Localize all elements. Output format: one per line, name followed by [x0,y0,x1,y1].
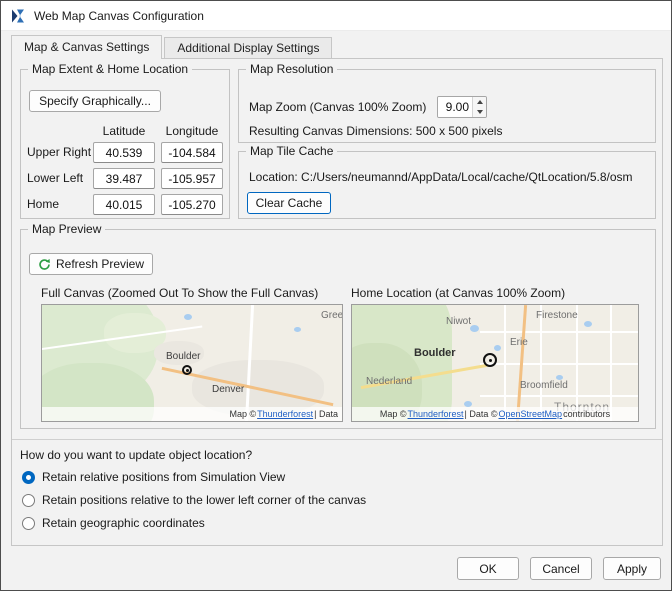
map-label-nederland: Nederland [366,376,412,387]
attribution-text: | Data © [465,409,498,419]
spin-down-button[interactable] [473,107,486,117]
spin-down-icon [477,110,483,114]
apply-button[interactable]: Apply [603,557,661,580]
map-label-broomfield: Broomfield [520,380,568,391]
app-icon [10,8,26,24]
cancel-button[interactable]: Cancel [530,557,592,580]
lake-dot [584,321,592,327]
home-marker-icon [483,353,497,367]
canvas-dimensions-text: Resulting Canvas Dimensions: 500 x 500 p… [249,124,502,138]
cache-location-text: Location: C:/Users/neumannd/AppData/Loca… [249,170,633,184]
road-line [480,331,639,333]
home-marker-icon [182,365,192,375]
refresh-icon [38,258,51,271]
road-line [480,395,639,397]
specify-graphically-button[interactable]: Specify Graphically... [29,90,161,112]
group-map-preview-title: Map Preview [28,222,105,236]
group-map-extent: Map Extent & Home Location Specify Graph… [20,69,230,219]
dialog-button-row: OK Cancel Apply [457,557,661,580]
lake-dot [470,325,479,332]
full-canvas-caption: Full Canvas (Zoomed Out To Show the Full… [41,286,318,300]
home-location-caption: Home Location (at Canvas 100% Zoom) [351,286,565,300]
window-title: Web Map Canvas Configuration [34,9,204,23]
refresh-preview-label: Refresh Preview [56,257,144,271]
attribution-text: | Data [314,409,338,419]
spin-up-button[interactable] [473,97,486,107]
attribution-text: Map © [229,409,256,419]
spin-buttons [472,97,486,117]
radio-retain-relative-positions[interactable]: Retain relative positions from Simulatio… [22,470,285,484]
attribution-text: Map © [380,409,407,419]
map-zoom-label: Map Zoom (Canvas 100% Zoom) [249,100,426,114]
object-location-section: How do you want to update object locatio… [12,439,662,547]
radio-retain-geographic-coordinates[interactable]: Retain geographic coordinates [22,516,205,530]
map-attribution: Map © Thunderforest | Data [42,407,342,421]
map-label-denver: Denver [212,384,244,395]
map-label-erie: Erie [510,337,528,348]
upper-right-longitude-input[interactable] [161,142,223,163]
update-location-question: How do you want to update object locatio… [20,448,252,462]
home-latitude-input[interactable] [93,194,155,215]
radio-label: Retain relative positions from Simulatio… [42,470,285,484]
group-map-resolution-title: Map Resolution [246,62,337,76]
map-zoom-spinbox[interactable] [437,96,487,118]
group-map-tile-cache-title: Map Tile Cache [246,144,337,158]
lake-dot [294,327,301,332]
ok-button[interactable]: OK [457,557,519,580]
openstreetmap-link[interactable]: OpenStreetMap [499,409,563,419]
group-map-tile-cache: Map Tile Cache Location: C:/Users/neuman… [238,151,656,219]
attribution-text: contributors [563,409,610,419]
lower-left-latitude-input[interactable] [93,168,155,189]
road-line [480,363,639,365]
group-map-extent-title: Map Extent & Home Location [28,62,192,76]
home-location-map: Niwot Firestone Erie Boulder Nederland B… [351,304,639,422]
tab-pane: Map Extent & Home Location Specify Graph… [11,58,663,546]
group-map-resolution: Map Resolution Map Zoom (Canvas 100% Zoo… [238,69,656,143]
thunderforest-link[interactable]: Thunderforest [408,409,464,419]
lake-dot [184,314,192,320]
radio-retain-lower-left-positions[interactable]: Retain positions relative to the lower l… [22,493,366,507]
row-label-upper-right: Upper Right [27,145,91,159]
map-label-niwot: Niwot [446,316,471,327]
row-label-home: Home [27,197,59,211]
map-attribution: Map © Thunderforest | Data © OpenStreetM… [352,407,638,421]
radio-label: Retain geographic coordinates [42,516,205,530]
full-canvas-map: Greele Boulder Denver Map © Thunderfores… [41,304,343,422]
upper-right-latitude-input[interactable] [93,142,155,163]
latitude-header: Latitude [93,124,155,138]
map-zoom-input[interactable] [438,97,472,117]
lower-left-longitude-input[interactable] [161,168,223,189]
radio-button-icon[interactable] [22,494,35,507]
row-label-lower-left: Lower Left [27,171,83,185]
spin-up-icon [477,100,483,104]
home-longitude-input[interactable] [161,194,223,215]
map-label-firestone: Firestone [536,310,578,321]
map-label-boulder: Boulder [166,351,200,362]
radio-button-icon[interactable] [22,471,35,484]
tab-additional-display-settings[interactable]: Additional Display Settings [164,37,332,59]
radio-button-icon[interactable] [22,517,35,530]
refresh-preview-button[interactable]: Refresh Preview [29,253,153,275]
tabbar: Map & Canvas Settings Additional Display… [11,35,334,59]
tab-map-canvas-settings[interactable]: Map & Canvas Settings [11,35,162,59]
titlebar: Web Map Canvas Configuration [1,1,671,31]
radio-label: Retain positions relative to the lower l… [42,493,366,507]
longitude-header: Longitude [161,124,223,138]
map-label-greeley: Greele [321,310,343,321]
thunderforest-link[interactable]: Thunderforest [257,409,313,419]
clear-cache-button[interactable]: Clear Cache [247,192,331,214]
group-map-preview: Map Preview Refresh Preview Full Canvas … [20,229,656,429]
map-label-boulder: Boulder [414,347,456,359]
dialog-window: Web Map Canvas Configuration Map & Canva… [0,0,672,591]
lake-dot [494,345,501,351]
